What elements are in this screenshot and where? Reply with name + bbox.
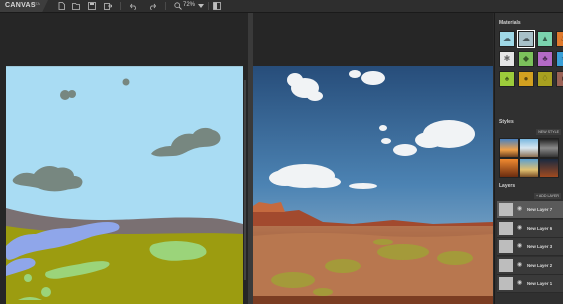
style-thumbnail[interactable]: [539, 158, 559, 178]
eye-icon[interactable]: ◉: [517, 224, 522, 231]
material-cloud-selected-button[interactable]: ☁: [517, 30, 535, 48]
grass-icon: ♢: [541, 74, 549, 83]
hill-icon: ◆: [522, 54, 530, 63]
new-file-icon[interactable]: [56, 1, 66, 11]
app-logo: CANVAS BETA: [0, 0, 48, 12]
material-rock-button[interactable]: ●: [518, 71, 534, 87]
layer-name: New Layer 1: [527, 281, 553, 286]
redo-icon[interactable]: [147, 1, 157, 11]
material-water-button[interactable]: ≈: [556, 51, 563, 67]
layer-name: New Layer 6: [527, 225, 553, 231]
add-layer-button[interactable]: + ADD LAYER: [533, 193, 561, 199]
eye-icon[interactable]: ◉: [517, 205, 522, 212]
generated-image: [253, 66, 493, 304]
layer-thumbnail: [499, 258, 513, 272]
mountain-icon: ▲: [541, 34, 549, 43]
open-file-icon[interactable]: [71, 1, 81, 11]
drawing-canvas[interactable]: [6, 66, 243, 304]
top-toolbar: CANVAS BETA 72%: [0, 0, 563, 13]
layer-item[interactable]: ◉ New Layer 3: [497, 238, 563, 256]
style-thumbnail[interactable]: [499, 138, 519, 158]
cloud-selected-icon: ☁: [522, 34, 530, 43]
style-thumbnail[interactable]: [519, 138, 539, 158]
material-grass-button[interactable]: ♢: [537, 71, 553, 87]
undo-icon[interactable]: [129, 1, 139, 11]
rock-icon: ●: [523, 74, 529, 83]
eye-icon[interactable]: ◉: [517, 242, 522, 249]
toolbar-separator: [208, 2, 209, 10]
layer-thumbnail: [499, 277, 513, 290]
layer-name: New Layer 3: [527, 244, 553, 249]
new-style-button[interactable]: NEW STYLE: [536, 129, 561, 135]
material-snowflake-button[interactable]: ✱: [499, 51, 515, 67]
layer-item[interactable]: ◉ New Layer 6: [497, 219, 563, 238]
layer-name: New Layer 7: [527, 207, 553, 212]
material-tree-button[interactable]: ♠: [499, 71, 515, 87]
style-thumbnail[interactable]: [539, 138, 559, 158]
zoom-icon[interactable]: [173, 1, 182, 11]
export-icon[interactable]: [103, 1, 113, 11]
layer-item[interactable]: ◉ New Layer 7: [497, 201, 563, 219]
style-thumbnail[interactable]: [499, 158, 519, 178]
materials-title: Materials: [499, 20, 521, 26]
snowflake-icon: ✱: [503, 54, 511, 63]
tree-icon: ♠: [504, 74, 510, 83]
style-thumbnail[interactable]: [519, 158, 539, 178]
cloud-icon: ☁: [503, 34, 511, 43]
save-icon[interactable]: [87, 1, 97, 11]
material-hill-button[interactable]: ◆: [518, 51, 534, 67]
material-plant-button[interactable]: ♣: [537, 51, 553, 67]
split-view-icon[interactable]: [212, 1, 222, 11]
material-mountain-button[interactable]: ▲: [537, 31, 553, 47]
canvas-scrollbar[interactable]: [244, 80, 246, 280]
layer-item[interactable]: ◉ New Layer 1: [497, 275, 563, 293]
right-panel: Materials ☁☁▲♨✱◆♣≈♠●♢■ Styles NEW STYLE …: [494, 13, 563, 304]
layer-thumbnail: [499, 221, 513, 235]
material-flame-button[interactable]: ♨: [556, 31, 563, 47]
styles-title: Styles: [499, 119, 514, 125]
layer-thumbnail: [499, 240, 513, 253]
material-dirt-button[interactable]: ■: [556, 71, 563, 87]
layer-thumbnail: [499, 203, 513, 216]
plant-icon: ♣: [542, 54, 548, 63]
dropdown-icon[interactable]: [197, 1, 205, 11]
layers-title: Layers: [499, 183, 516, 189]
eye-icon[interactable]: ◉: [517, 261, 522, 268]
layer-name: New Layer 2: [527, 262, 553, 268]
toolbar-separator: [165, 2, 166, 10]
material-cloud-button[interactable]: ☁: [499, 31, 515, 47]
layer-item[interactable]: ◉ New Layer 2: [497, 256, 563, 275]
zoom-level[interactable]: 72%: [183, 2, 195, 8]
toolbar-separator: [120, 2, 121, 10]
beta-badge: BETA: [31, 2, 40, 6]
eye-icon[interactable]: ◉: [517, 279, 522, 286]
